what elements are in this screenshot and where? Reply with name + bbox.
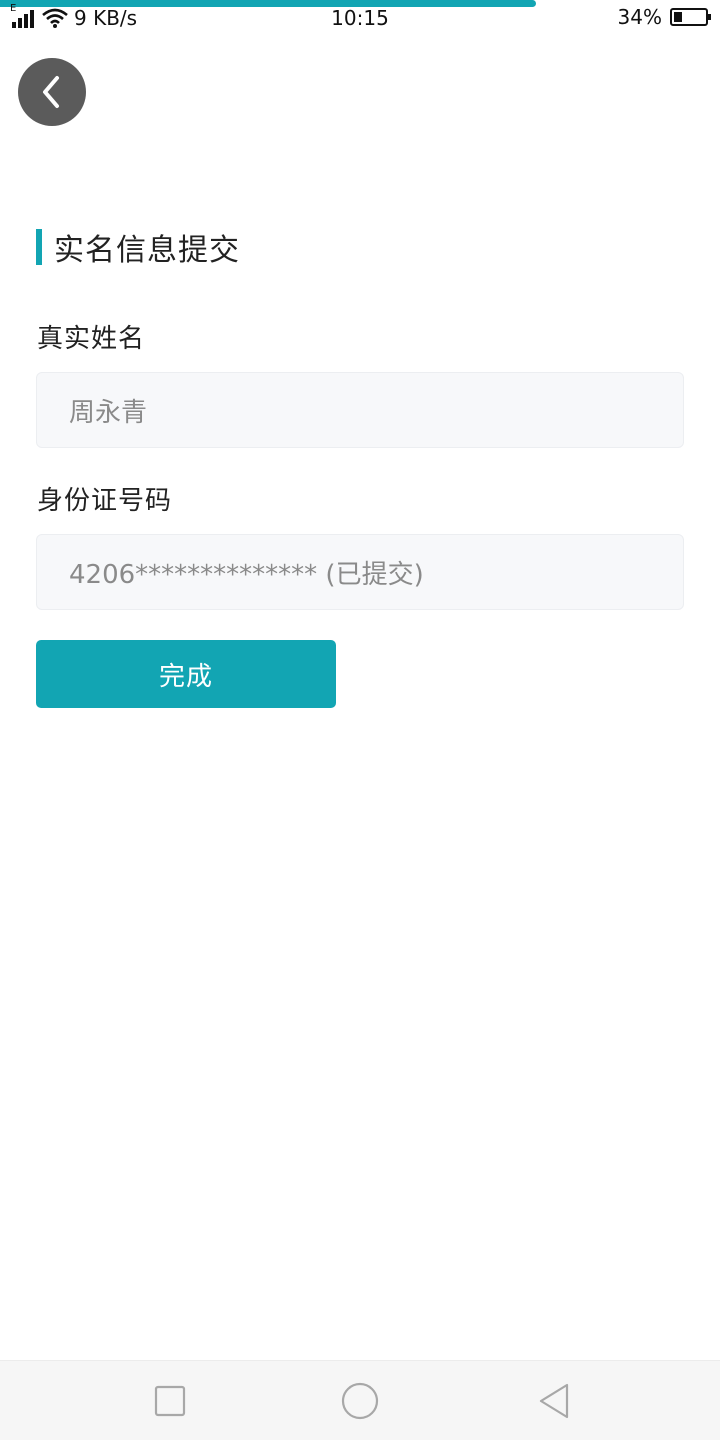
nav-home-button[interactable] [340, 1381, 380, 1421]
battery-fill [674, 12, 682, 22]
battery-percent: 34% [617, 5, 662, 29]
id-number-value: 4206************** (已提交) [69, 559, 424, 590]
title-accent-bar [36, 229, 42, 265]
id-number-label: 身份证号码 [37, 486, 173, 516]
status-right: 34% [617, 5, 711, 29]
id-number-field[interactable]: 4206************** (已提交) [36, 534, 684, 610]
name-label: 真实姓名 [37, 324, 146, 354]
circle-icon [341, 1382, 379, 1420]
status-bar: E 9 KB/s 10:15 34% [0, 0, 720, 36]
battery-icon [670, 8, 711, 26]
nav-recent-button[interactable] [150, 1381, 190, 1421]
name-value: 周永青 [69, 397, 148, 428]
system-nav-bar [0, 1360, 720, 1440]
section-title: 实名信息提交 [36, 228, 240, 268]
chevron-left-icon [43, 76, 59, 108]
status-time: 10:15 [331, 6, 389, 30]
section-title-text: 实名信息提交 [54, 233, 240, 268]
back-button[interactable] [18, 58, 86, 126]
finish-button[interactable]: 完成 [36, 640, 336, 708]
triangle-back-icon [539, 1383, 569, 1419]
square-icon [154, 1385, 186, 1417]
nav-back-button[interactable] [534, 1381, 574, 1421]
name-field[interactable]: 周永青 [36, 372, 684, 448]
screen: E 9 KB/s 10:15 34% 实名信息提交 真实姓名 周永青 身份证号码… [0, 0, 720, 1440]
